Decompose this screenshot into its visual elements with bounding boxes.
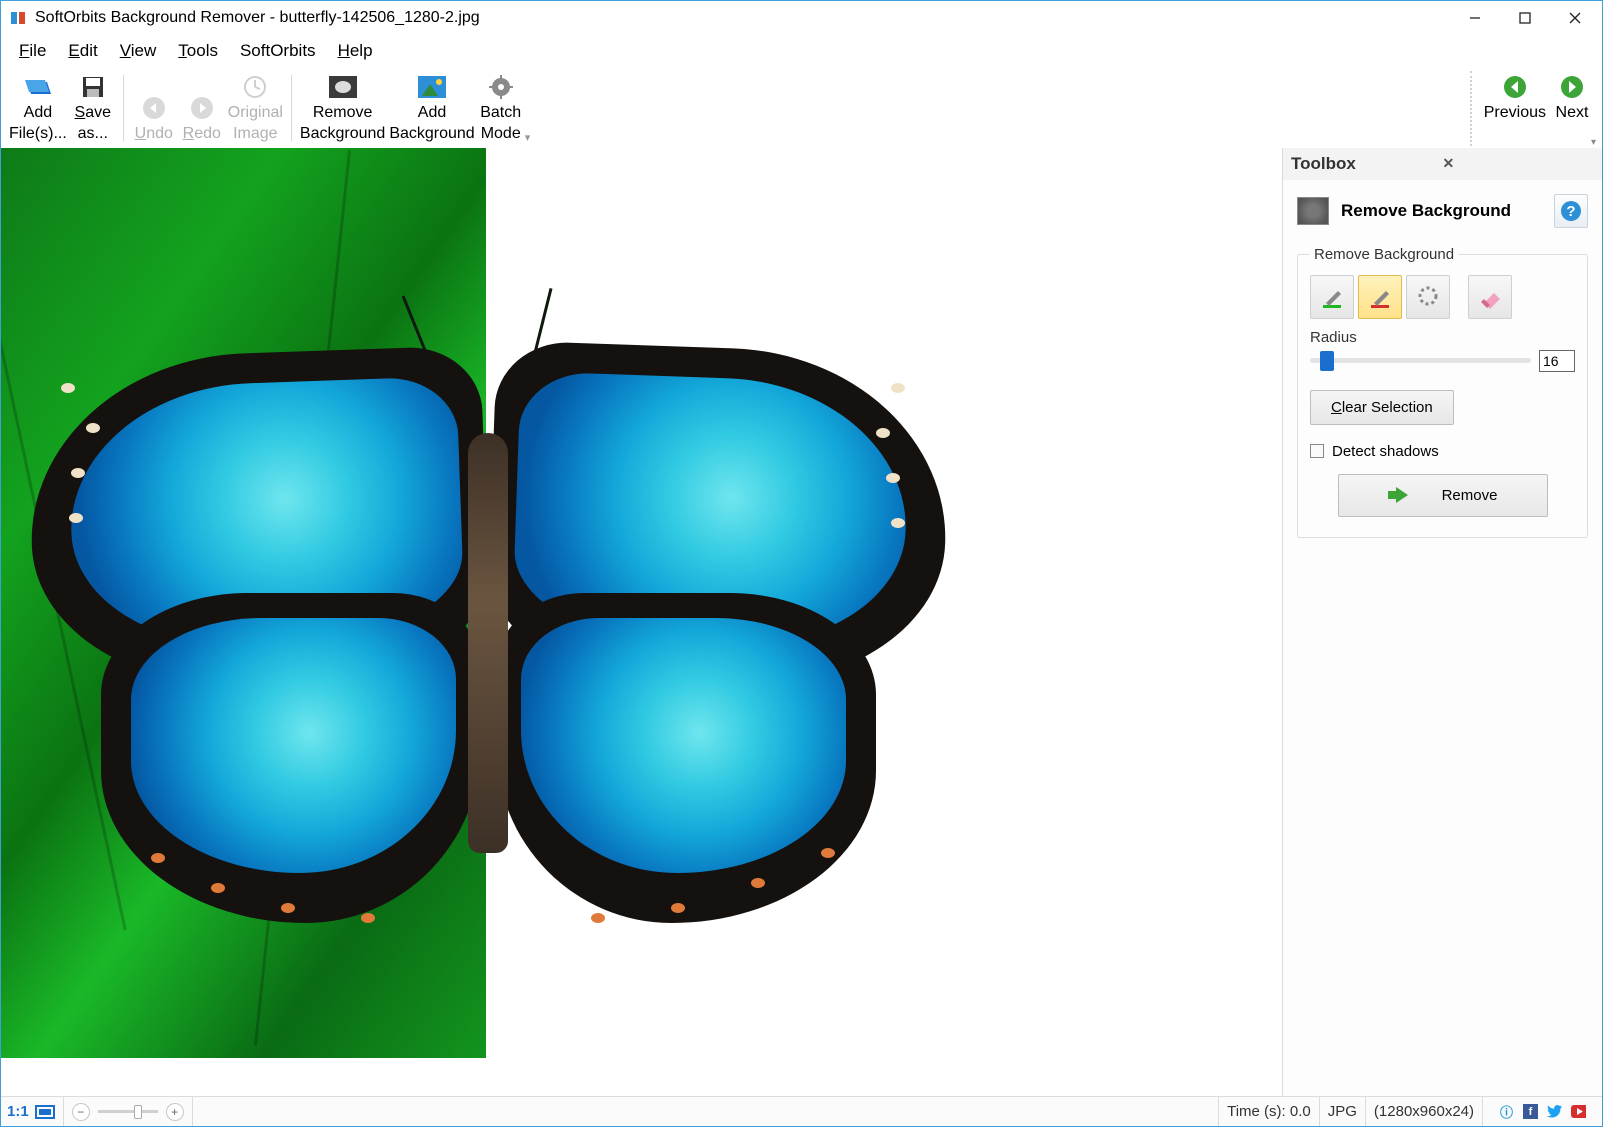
toolbar-overflow-icon[interactable]: ▾ bbox=[525, 131, 535, 146]
remove-background-button[interactable]: Remove Background bbox=[298, 71, 387, 146]
marker-green-icon bbox=[1320, 285, 1344, 309]
radius-slider-row bbox=[1310, 350, 1575, 372]
gear-icon bbox=[489, 73, 513, 101]
batch-mode-button[interactable]: Batch Mode bbox=[477, 71, 525, 146]
lasso-tool[interactable] bbox=[1406, 275, 1450, 319]
zoom-ratio-cell[interactable]: 1:1 bbox=[1, 1097, 64, 1126]
titlebar: SoftOrbits Background Remover - butterfl… bbox=[1, 1, 1602, 35]
app-window: SoftOrbits Background Remover - butterfl… bbox=[0, 0, 1603, 1127]
status-dimensions: (1280x960x24) bbox=[1366, 1097, 1483, 1126]
toolbox-close-button[interactable]: ✕ bbox=[1439, 155, 1595, 172]
radius-label: Radius bbox=[1310, 329, 1575, 346]
window-controls bbox=[1450, 1, 1600, 35]
clock-icon bbox=[243, 73, 267, 101]
close-button[interactable] bbox=[1550, 1, 1600, 35]
nav-overflow-icon[interactable]: ▾ bbox=[1591, 137, 1596, 148]
help-icon: ? bbox=[1560, 200, 1582, 222]
remove-button[interactable]: Remove bbox=[1338, 474, 1548, 517]
marker-tools-row bbox=[1310, 275, 1575, 319]
minimize-button[interactable] bbox=[1450, 1, 1500, 35]
add-files-button[interactable]: Add File(s)... bbox=[7, 71, 69, 146]
facebook-icon[interactable]: f bbox=[1523, 1104, 1538, 1119]
menu-help[interactable]: Help bbox=[328, 37, 383, 65]
menubar: File Edit View Tools SoftOrbits Help bbox=[1, 35, 1602, 67]
save-icon bbox=[81, 73, 105, 101]
panel-title: Remove Background bbox=[1341, 201, 1511, 221]
detect-shadows-label: Detect shadows bbox=[1332, 443, 1439, 460]
canvas-area[interactable] bbox=[1, 148, 1282, 1096]
radius-input[interactable] bbox=[1539, 350, 1575, 372]
toolbar-separator bbox=[123, 75, 124, 142]
eraser-tool[interactable] bbox=[1468, 275, 1512, 319]
status-time: Time (s): 0.0 bbox=[1219, 1097, 1320, 1126]
group-legend: Remove Background bbox=[1310, 246, 1458, 263]
save-as-button[interactable]: Save as... bbox=[69, 71, 117, 146]
maximize-button[interactable] bbox=[1500, 1, 1550, 35]
help-button[interactable]: ? bbox=[1554, 194, 1588, 228]
toolbox-title: Toolbox ✕ bbox=[1283, 148, 1602, 180]
red-marker-tool[interactable] bbox=[1358, 275, 1402, 319]
toolbar: Add File(s)... Save as... Undo Redo Orig… bbox=[1, 67, 1602, 148]
redo-button[interactable]: Redo bbox=[178, 71, 226, 146]
remove-bg-icon bbox=[329, 73, 357, 101]
panel-icon bbox=[1297, 197, 1329, 225]
add-bg-icon bbox=[418, 73, 446, 101]
remove-background-group: Remove Background bbox=[1297, 246, 1588, 538]
window-title: SoftOrbits Background Remover - butterfl… bbox=[35, 9, 1450, 27]
next-button[interactable]: Next bbox=[1548, 71, 1596, 124]
status-format: JPG bbox=[1320, 1097, 1366, 1126]
zoom-out-button[interactable]: − bbox=[72, 1103, 90, 1121]
undo-button[interactable]: Undo bbox=[130, 71, 178, 146]
detect-shadows-checkbox[interactable] bbox=[1310, 444, 1324, 458]
fit-screen-icon bbox=[35, 1105, 55, 1119]
add-files-icon bbox=[25, 73, 51, 101]
info-icon[interactable]: ⓘ bbox=[1499, 1104, 1514, 1119]
detect-shadows-row[interactable]: Detect shadows bbox=[1310, 443, 1575, 460]
undo-icon bbox=[142, 94, 166, 122]
redo-icon bbox=[190, 94, 214, 122]
lasso-icon bbox=[1416, 285, 1440, 309]
social-links: ⓘ f bbox=[1491, 1104, 1594, 1119]
eraser-icon bbox=[1478, 285, 1502, 309]
next-icon bbox=[1560, 73, 1584, 101]
green-marker-tool[interactable] bbox=[1310, 275, 1354, 319]
image-preview bbox=[1, 148, 967, 1096]
app-icon bbox=[9, 9, 27, 27]
menu-edit[interactable]: Edit bbox=[58, 37, 107, 65]
clear-selection-button[interactable]: Clear Selection bbox=[1310, 390, 1454, 425]
zoom-in-button[interactable]: + bbox=[166, 1103, 184, 1121]
nav-group: Previous Next ▾ bbox=[1470, 71, 1596, 146]
marker-red-icon bbox=[1368, 285, 1392, 309]
svg-text:?: ? bbox=[1566, 203, 1575, 220]
remove-arrow-icon bbox=[1388, 487, 1408, 503]
original-image-button[interactable]: Original Image bbox=[226, 71, 285, 146]
youtube-icon[interactable] bbox=[1571, 1104, 1586, 1119]
menu-softorbits[interactable]: SoftOrbits bbox=[230, 37, 326, 65]
zoom-slider[interactable] bbox=[98, 1110, 158, 1113]
zoom-control-cell: − + bbox=[64, 1097, 193, 1126]
twitter-icon[interactable] bbox=[1547, 1104, 1562, 1119]
radius-slider-thumb[interactable] bbox=[1320, 351, 1334, 371]
status-blank bbox=[193, 1097, 1219, 1126]
zoom-slider-thumb[interactable] bbox=[134, 1105, 142, 1119]
radius-slider[interactable] bbox=[1310, 358, 1531, 363]
toolbar-separator bbox=[291, 75, 292, 142]
menu-tools[interactable]: Tools bbox=[168, 37, 228, 65]
add-background-button[interactable]: Add Background bbox=[387, 71, 476, 146]
previous-button[interactable]: Previous bbox=[1482, 71, 1548, 124]
statusbar: 1:1 − + Time (s): 0.0 JPG (1280x960x24) … bbox=[1, 1096, 1602, 1126]
previous-icon bbox=[1503, 73, 1527, 101]
toolbox-panel: Toolbox ✕ Remove Background ? Remove Bac… bbox=[1282, 148, 1602, 1096]
panel-header: Remove Background ? bbox=[1297, 194, 1588, 228]
menu-view[interactable]: View bbox=[110, 37, 167, 65]
menu-file[interactable]: File bbox=[9, 37, 56, 65]
